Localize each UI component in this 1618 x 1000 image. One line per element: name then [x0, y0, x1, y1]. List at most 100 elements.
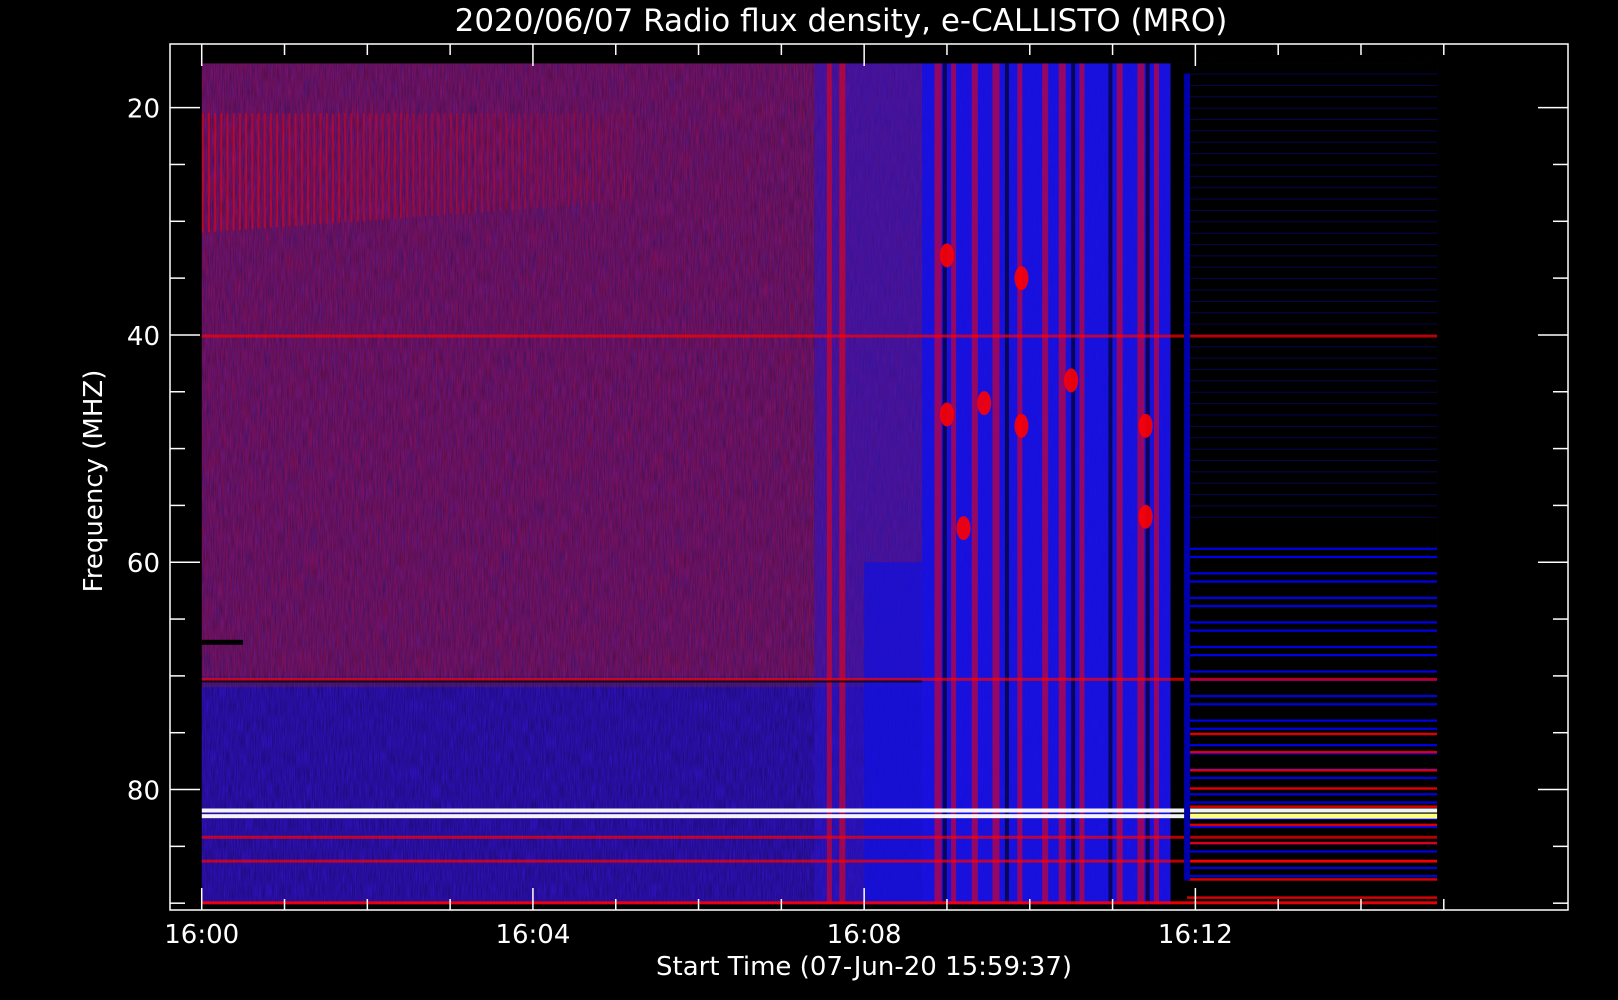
burst-dark-lane [1108, 63, 1113, 905]
heatmap-stripe [300, 113, 303, 226]
burst-blob [939, 402, 954, 427]
heatmap-stripe [424, 113, 427, 217]
late-band-row [1187, 760, 1438, 763]
heatmap-stripe [493, 113, 496, 212]
heatmap-stripe [362, 113, 365, 221]
quiet-row [1187, 84, 1438, 86]
burst-lane [1079, 63, 1085, 905]
heatmap-stripe [220, 113, 223, 232]
burst-lane [1058, 63, 1066, 905]
heatmap-stripe [592, 113, 595, 205]
heatmap-stripe [393, 113, 396, 219]
chart-title: 2020/06/07 Radio flux density, e-CALLIST… [455, 3, 1228, 39]
quiet-row [1187, 516, 1438, 518]
late-red-row [1187, 787, 1438, 790]
heatmap-stripe [536, 113, 539, 209]
quiet-row [1187, 323, 1438, 325]
quiet-row [1187, 244, 1438, 246]
late-band-row [1187, 588, 1438, 591]
late-red-row [1187, 841, 1438, 845]
heatmap-stripe [214, 113, 217, 232]
heatmap-stripe [573, 113, 576, 206]
heatmap-stripe [468, 113, 471, 214]
late-band-row [1187, 793, 1438, 796]
heatmap-stripe [350, 113, 353, 222]
heatmap-stripe [257, 113, 260, 229]
interference-band [201, 677, 1438, 681]
heatmap-stripe [548, 113, 551, 208]
quiet-row [1187, 391, 1438, 393]
heatmap-stripe [325, 113, 328, 224]
quiet-row [1187, 266, 1438, 268]
heatmap-stripe [449, 113, 452, 215]
late-band-row [1187, 670, 1438, 673]
heatmap-stripe [400, 113, 403, 219]
late-band-row [1187, 850, 1438, 853]
late-band-row [1187, 662, 1438, 665]
x-tick-label: 16:12 [1158, 920, 1233, 950]
late-band-row [1187, 637, 1438, 640]
heatmap-stripe [437, 113, 440, 216]
heatmap-stripe [226, 113, 229, 231]
burst-dark-lane [1004, 63, 1009, 905]
late-band-row [1187, 572, 1438, 575]
heatmap-stripe [406, 113, 409, 218]
burst-blob [1014, 413, 1029, 438]
heatmap-stripe [251, 113, 254, 230]
heatmap-stripe [294, 113, 297, 226]
quiet-row [1187, 232, 1438, 234]
late-band-row [1187, 727, 1438, 730]
late-band-row [1187, 621, 1438, 624]
quiet-row [1187, 494, 1438, 496]
late-red-row [1187, 769, 1438, 772]
dark-gap [201, 639, 244, 645]
heatmap-stripe [462, 113, 465, 214]
late-red-row [1187, 732, 1438, 736]
burst-lane [1042, 63, 1049, 905]
late-band-row [1187, 776, 1438, 780]
x-tick-label: 16:00 [164, 920, 239, 950]
heatmap-stripe [567, 113, 570, 206]
heatmap-stripe [617, 113, 620, 203]
heatmap-stripe [387, 113, 390, 220]
burst-blob [1064, 368, 1079, 393]
late-band-row [1187, 539, 1438, 542]
heatmap-stripe [555, 113, 558, 207]
late-band-row [1187, 694, 1438, 698]
quiet-row [1187, 300, 1438, 302]
late-band-row [1187, 703, 1438, 706]
heatmap-stripe [201, 113, 204, 233]
late-band-row [1187, 555, 1438, 559]
burst-lane [951, 63, 957, 905]
x-tick-label: 16:04 [495, 920, 570, 950]
y-tick-label: 40 [127, 322, 160, 352]
quiet-row [1187, 448, 1438, 450]
quiet-row [1187, 96, 1438, 98]
late-band-row [1187, 547, 1438, 550]
heatmap-stripe [524, 113, 527, 210]
burst-lane [992, 63, 1000, 905]
late-band-row [1187, 645, 1438, 649]
quiet-row [1187, 221, 1438, 223]
heatmap-stripe [499, 113, 502, 211]
heatmap-stripe [313, 113, 316, 225]
heatmap-stripe [207, 113, 210, 233]
heatmap-stripe [431, 113, 434, 216]
quiet-row [1187, 278, 1438, 280]
late-band-row [1187, 784, 1438, 788]
heatmap-stripe [412, 113, 415, 218]
late-band-row [1187, 613, 1438, 616]
quiet-row [1187, 130, 1438, 132]
burst-dark-lane [1145, 63, 1150, 905]
burst-blob [956, 516, 971, 541]
quiet-row [1187, 255, 1438, 257]
y-axis-label: Frequency (MHZ) [79, 370, 109, 593]
late-band-row [1187, 686, 1438, 689]
quiet-row [1187, 346, 1438, 348]
x-tick-label: 16:08 [827, 920, 902, 950]
bottom-edge-band [201, 901, 1438, 905]
heatmap-stripe [276, 113, 279, 228]
late-band-row [1187, 866, 1438, 870]
heatmap-stripe [338, 113, 341, 223]
burst-lane [934, 63, 942, 905]
